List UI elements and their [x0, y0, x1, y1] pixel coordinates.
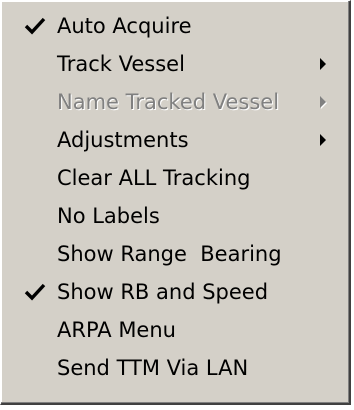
menu-item-label: No Labels: [57, 204, 160, 228]
menu-item-no-labels[interactable]: No Labels: [2, 198, 348, 234]
checkmark-icon: [24, 283, 46, 301]
menu-item-label: ARPA Menu: [57, 318, 176, 342]
submenu-arrow-icon: [320, 134, 326, 146]
menu-item-name-tracked-vessel: Name Tracked Vessel: [2, 84, 348, 120]
menu-item-adjustments[interactable]: Adjustments: [2, 122, 348, 158]
menu-item-label: Adjustments: [57, 128, 189, 152]
menu-item-label: Clear ALL Tracking: [57, 166, 251, 190]
context-menu: Auto Acquire Track Vessel Name Tracked V…: [0, 0, 351, 405]
menu-item-label: Auto Acquire: [57, 14, 192, 38]
menu-item-label: Show RB and Speed: [57, 280, 269, 304]
menu-item-track-vessel[interactable]: Track Vessel: [2, 46, 348, 82]
submenu-arrow-icon: [320, 96, 326, 108]
menu-item-clear-all-tracking[interactable]: Clear ALL Tracking: [2, 160, 348, 196]
menu-item-label: Show Range Bearing: [57, 242, 282, 266]
submenu-arrow-icon: [320, 58, 326, 70]
menu-item-arpa-menu[interactable]: ARPA Menu: [2, 312, 348, 348]
checkmark-icon: [24, 17, 46, 35]
menu-item-send-ttm-via-lan[interactable]: Send TTM Via LAN: [2, 350, 348, 386]
menu-item-show-rb-and-speed[interactable]: Show RB and Speed: [2, 274, 348, 310]
menu-item-show-range-bearing[interactable]: Show Range Bearing: [2, 236, 348, 272]
menu-item-auto-acquire[interactable]: Auto Acquire: [2, 8, 348, 44]
menu-item-label: Send TTM Via LAN: [57, 356, 249, 380]
menu-item-label: Name Tracked Vessel: [57, 90, 280, 114]
menu-item-label: Track Vessel: [57, 52, 185, 76]
